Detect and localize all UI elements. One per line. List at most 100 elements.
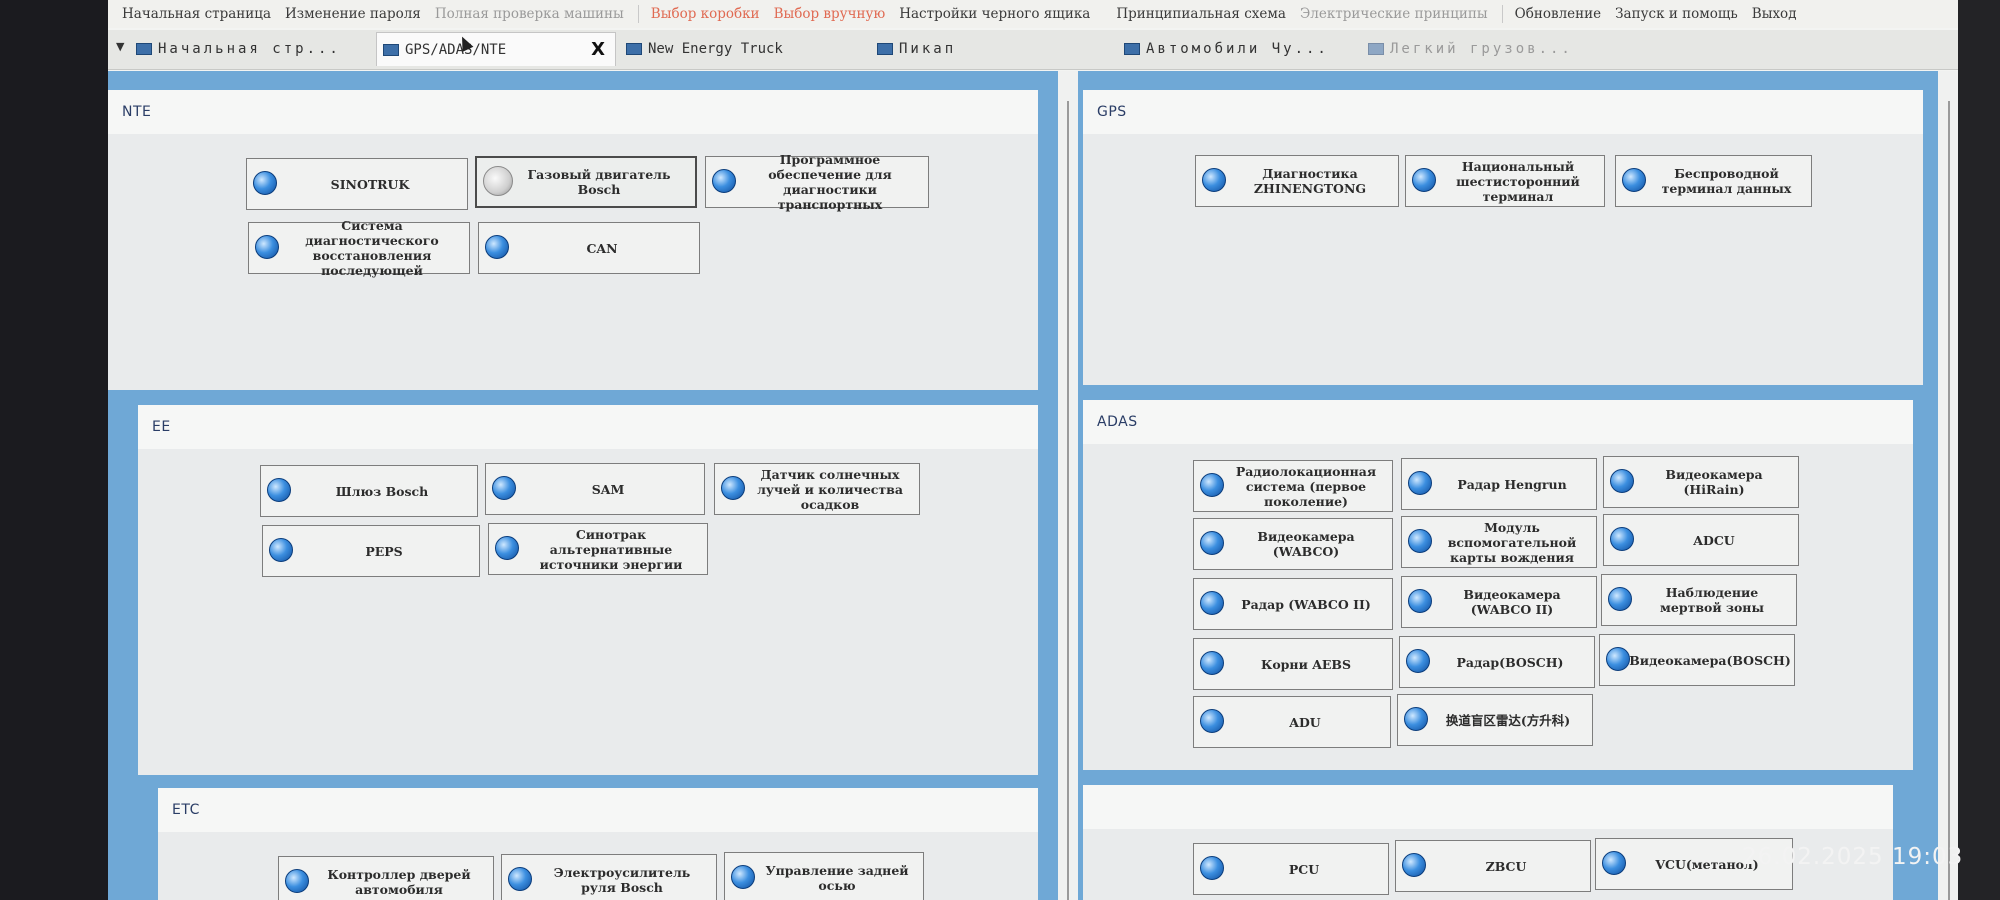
button-label: Контроллер дверей автомобиля <box>327 867 471 897</box>
menu-item-manual-select[interactable]: Выбор вручную <box>774 6 886 22</box>
menu-item-change-password[interactable]: Изменение пароля <box>285 6 421 22</box>
panel-nte: NTE SINOTRUK Газовый двигатель Bosch Про… <box>108 90 1038 390</box>
button-label: Датчик солнечных лучей и количества осад… <box>757 466 903 512</box>
globe-icon <box>495 536 519 560</box>
button-label: Программное обеспечение для диагностики … <box>768 152 892 212</box>
button-aebs[interactable]: Корни AEBS <box>1193 638 1393 690</box>
button-zbcu[interactable]: ZBCU <box>1395 840 1591 892</box>
button-diagnostic-software[interactable]: Программное обеспечение для диагностики … <box>705 152 929 212</box>
menu-item-home[interactable]: Начальная страница <box>122 6 271 22</box>
button-camera-wabco[interactable]: Видеокамера (WABCO) <box>1193 518 1393 570</box>
menu-item-launch-help[interactable]: Запуск и помощь <box>1615 6 1738 22</box>
button-diagnostic-recovery[interactable]: Система диагностического восстановления … <box>248 218 470 278</box>
application-window: Начальная страница Изменение пароля Полн… <box>108 0 1958 900</box>
panel-title-vehicle-control <box>1083 785 1893 829</box>
globe-icon <box>1200 709 1224 733</box>
panel-title-etc: ETC <box>158 788 1038 832</box>
button-radar-wabco-ii[interactable]: Радар (WABCO II) <box>1193 578 1393 630</box>
panel-etc: ETC Контроллер дверей автомобиля Электро… <box>158 788 1038 900</box>
button-label: Видеокамера (WABCO) <box>1257 529 1355 559</box>
globe-icon <box>1408 589 1432 613</box>
button-label: Управление задней осью <box>765 863 909 893</box>
button-label: Газовый двигатель Bosch <box>527 167 671 197</box>
tab-chu-vehicles[interactable]: Автомобили Чу... <box>1118 32 1358 66</box>
button-wireless-terminal[interactable]: Беспроводной терминал данных <box>1615 155 1812 207</box>
globe-icon <box>1200 591 1224 615</box>
menu-item-update[interactable]: Обновление <box>1515 6 1601 22</box>
button-peps[interactable]: PEPS <box>262 525 480 577</box>
button-label: Радар (WABCO II) <box>1241 596 1371 612</box>
button-radar-bosch[interactable]: Радар(BOSCH) <box>1399 636 1595 688</box>
button-camera-bosch[interactable]: Видеокамера(BOSCH) <box>1599 634 1795 686</box>
globe-icon <box>485 235 509 259</box>
menu-item-exit[interactable]: Выход <box>1752 6 1797 22</box>
button-radar-first-gen[interactable]: Радиолокационная система (первое поколен… <box>1193 460 1393 512</box>
button-lane-change-radar[interactable]: 换道盲区雷达(方升科) <box>1397 694 1593 746</box>
button-adcu[interactable]: ADCU <box>1603 514 1799 566</box>
button-label: SINOTRUK <box>330 176 410 192</box>
monitor-bezel <box>1958 0 2000 900</box>
globe-icon <box>253 171 277 195</box>
globe-icon <box>1202 168 1226 192</box>
button-radar-hengrun[interactable]: Радар Hengrun <box>1401 458 1597 510</box>
globe-icon <box>1200 651 1224 675</box>
button-alternative-energy[interactable]: Синотрак альтернативные источники энерги… <box>488 523 708 575</box>
tab-pickup[interactable]: Пикап <box>871 32 1113 66</box>
globe-icon <box>1406 649 1430 673</box>
button-pcu[interactable]: PCU <box>1193 843 1389 895</box>
button-sinotruk[interactable]: SINOTRUK <box>246 158 468 210</box>
globe-icon <box>1404 707 1428 731</box>
button-driving-map-module[interactable]: Модуль вспомогательной карты вождения <box>1401 516 1597 568</box>
tab-label: Начальная стр... <box>158 41 341 57</box>
button-rear-axle-control[interactable]: Управление задней осью <box>724 852 924 900</box>
button-label: ZBCU <box>1485 858 1527 874</box>
globe-icon <box>1610 527 1634 551</box>
button-bosch-gas-engine[interactable]: Газовый двигатель Bosch <box>475 156 697 208</box>
menu-bar: Начальная страница Изменение пароля Полн… <box>108 0 1958 28</box>
button-zhinengtong[interactable]: Диагностика ZHINENGTONG <box>1195 155 1399 207</box>
tab-gps-adas-nte[interactable]: GPS/ADAS/NTE X <box>376 32 616 66</box>
button-label: Корни AEBS <box>1260 656 1352 672</box>
panel-splitter[interactable] <box>1058 71 1078 900</box>
tab-light-truck[interactable]: Легкий грузов... <box>1362 32 1592 66</box>
button-door-controller[interactable]: Контроллер дверей автомобиля <box>278 856 494 900</box>
button-label: Система диагностического восстановления … <box>305 218 439 278</box>
button-label: Синотрак альтернативные источники энерги… <box>539 526 683 572</box>
button-camera-hirain[interactable]: Видеокамера (HiRain) <box>1603 456 1799 508</box>
menu-item-full-check[interactable]: Полная проверка машины <box>435 6 624 22</box>
button-bosch-gateway[interactable]: Шлюз Bosch <box>260 465 478 517</box>
window-icon <box>136 43 152 55</box>
globe-icon <box>508 867 532 891</box>
panel-ee: EE Шлюз Bosch SAM Датчик солнечных лучей… <box>138 405 1038 775</box>
globe-icon <box>492 476 516 500</box>
tab-label: New Energy Truck <box>648 41 783 57</box>
globe-icon <box>1408 471 1432 495</box>
button-can[interactable]: CAN <box>478 222 700 274</box>
close-tab-icon[interactable]: X <box>591 39 605 60</box>
button-rain-light-sensor[interactable]: Датчик солнечных лучей и количества осад… <box>714 463 920 515</box>
menu-item-schematic[interactable]: Принципиальная схема <box>1116 6 1286 22</box>
button-label: ADCU <box>1693 532 1735 548</box>
button-label: Диагностика ZHINENGTONG <box>1253 166 1367 196</box>
button-label: SAM <box>591 481 625 497</box>
button-camera-wabco-ii[interactable]: Видеокамера (WABCO II) <box>1401 576 1597 628</box>
button-label: Наблюдение мертвой зоны <box>1660 585 1764 615</box>
tab-bar: ▼ Начальная стр... GPS/ADAS/NTE X New En… <box>108 30 1958 70</box>
button-blind-spot[interactable]: Наблюдение мертвой зоны <box>1601 574 1797 626</box>
menu-item-box-select[interactable]: Выбор коробки <box>651 6 760 22</box>
globe-icon <box>1608 587 1632 611</box>
button-adu[interactable]: ADU <box>1193 696 1391 748</box>
tab-list-arrow-icon[interactable]: ▼ <box>116 40 124 53</box>
menu-item-electrical-principles[interactable]: Электрические принципы <box>1300 6 1488 22</box>
button-label: Беспроводной терминал данных <box>1661 166 1792 196</box>
menu-item-black-box-settings[interactable]: Настройки черного ящика <box>899 6 1090 22</box>
tab-new-energy-truck[interactable]: New Energy Truck <box>620 32 865 66</box>
button-label: Радиолокационная система (первое поколен… <box>1235 463 1377 509</box>
tab-home[interactable]: Начальная стр... <box>130 32 372 66</box>
button-sam[interactable]: SAM <box>485 463 705 515</box>
window-icon <box>1368 43 1384 55</box>
globe-icon <box>731 865 755 889</box>
button-bosch-power-steering[interactable]: Электроусилитель руля Bosch <box>501 854 717 900</box>
panel-title-nte: NTE <box>108 90 1038 134</box>
button-national-terminal[interactable]: Национальный шестисторонний терминал <box>1405 155 1605 207</box>
